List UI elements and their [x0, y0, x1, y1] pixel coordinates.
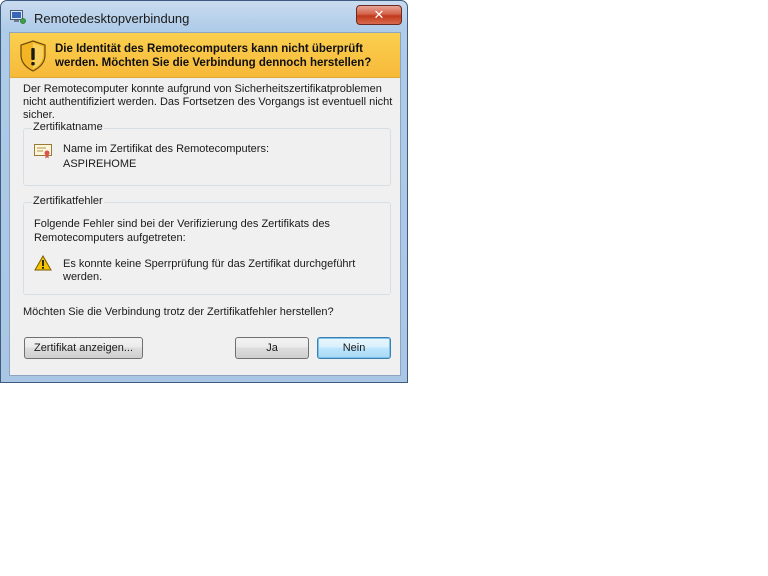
remote-desktop-dialog: Remotedesktopverbindung ✕ Die Identität …	[0, 0, 408, 383]
close-icon: ✕	[373, 7, 385, 22]
error-message: Es konnte keine Sperrprüfung für das Zer…	[63, 258, 356, 283]
group-title-cert-name: Zertifikatname	[32, 121, 104, 133]
warning-heading: Die Identität des Remotecomputers kann n…	[55, 43, 372, 69]
view-certificate-button[interactable]: Zertifikat anzeigen...	[24, 337, 143, 359]
certificate-error-group: Zertifikatfehler Folgende Fehler sind be…	[23, 195, 391, 295]
remote-desktop-icon	[10, 10, 26, 24]
close-button[interactable]: ✕	[356, 5, 402, 25]
window-title: Remotedesktopverbindung	[34, 11, 190, 26]
security-shield-warning-icon	[20, 40, 46, 72]
cert-name-label: Name im Zertifikat des Remotecomputers:	[63, 143, 270, 155]
warning-icon	[34, 255, 52, 271]
title-bar[interactable]: Remotedesktopverbindung ✕	[1, 1, 407, 33]
no-button[interactable]: Nein	[317, 337, 391, 359]
cert-name-value: ASPIREHOME	[63, 158, 137, 170]
dialog-content: Die Identität des Remotecomputers kann n…	[9, 32, 401, 376]
certificate-name-group: Zertifikatname Name im Zertifikat des Re…	[23, 121, 391, 186]
warning-banner: Die Identität des Remotecomputers kann n…	[10, 33, 400, 78]
description-text: Der Remotecomputer konnte aufgrund von S…	[23, 83, 393, 121]
yes-button[interactable]: Ja	[235, 337, 309, 359]
confirm-question: Möchten Sie die Verbindung trotz der Zer…	[23, 306, 334, 318]
error-intro-text: Folgende Fehler sind bei der Verifizieru…	[34, 218, 330, 244]
certificate-icon	[34, 144, 52, 159]
group-title-cert-errors: Zertifikatfehler	[32, 195, 104, 207]
